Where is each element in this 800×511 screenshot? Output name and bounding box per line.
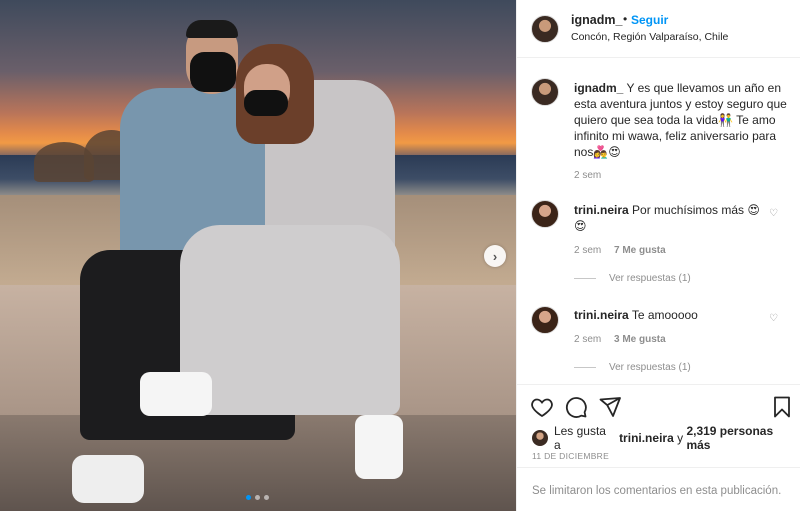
- caption-username[interactable]: ignadm_: [574, 81, 623, 95]
- comment-text: Te amooooo: [631, 308, 698, 322]
- photo-person-woman-mask: [244, 90, 288, 116]
- photo-shoe: [355, 415, 403, 479]
- replies-line: [574, 367, 596, 368]
- next-slide-button[interactable]: ›: [484, 245, 506, 267]
- post-header: ignadm_ • Seguir Concón, Región Valparaí…: [517, 0, 800, 58]
- post-date[interactable]: 11 DE DICIEMBRE: [532, 451, 609, 461]
- liked-by-user[interactable]: trini.neira: [619, 431, 674, 445]
- author-username[interactable]: ignadm_: [571, 13, 622, 27]
- liked-by-prefix: Les gusta a: [553, 424, 606, 452]
- comment-like-icon[interactable]: ♡: [769, 313, 778, 324]
- separator-dot: •: [623, 12, 628, 26]
- view-replies-button[interactable]: Ver respuestas (1): [574, 273, 691, 284]
- comments-limited-notice: Se limitaron los comentarios en esta pub…: [517, 467, 800, 511]
- comment-time[interactable]: 2 sem: [574, 245, 601, 256]
- comment-avatar[interactable]: [531, 200, 559, 228]
- view-replies-button[interactable]: Ver respuestas (1): [574, 362, 691, 373]
- photo-shoe: [72, 455, 144, 503]
- replies-line: [574, 278, 596, 279]
- share-icon[interactable]: [598, 395, 622, 419]
- post-caption: ignadm_ Y es que llevamos un año en esta…: [574, 80, 794, 160]
- comment-likes[interactable]: 3 Me gusta: [614, 334, 666, 345]
- view-replies-label: Ver respuestas (1): [609, 362, 691, 373]
- liked-by-count[interactable]: 2,319 personas más: [686, 424, 800, 452]
- caption-time[interactable]: 2 sem: [574, 170, 601, 181]
- comment-likes[interactable]: 7 Me gusta: [614, 245, 666, 256]
- comments-limited-text: Se limitaron los comentarios en esta pub…: [532, 485, 782, 497]
- post-panel: ignadm_ • Seguir Concón, Región Valparaí…: [516, 0, 800, 511]
- comment-meta: 2 sem 3 Me gusta: [574, 334, 666, 345]
- post-photo[interactable]: ›: [0, 0, 516, 511]
- post-location[interactable]: Concón, Región Valparaíso, Chile: [571, 31, 728, 43]
- bookmark-icon[interactable]: [770, 395, 794, 419]
- comment-username[interactable]: trini.neira: [574, 308, 629, 322]
- heart-icon[interactable]: [530, 395, 554, 419]
- comment: trini.neira Te amooooo: [574, 307, 764, 323]
- comment-time[interactable]: 2 sem: [574, 334, 601, 345]
- author-avatar[interactable]: [531, 15, 559, 43]
- comment-avatar[interactable]: [531, 306, 559, 334]
- carousel-dot: [255, 495, 260, 500]
- photo-person-man-mask: [190, 52, 236, 92]
- view-replies-label: Ver respuestas (1): [609, 273, 691, 284]
- liker-avatar[interactable]: [532, 430, 548, 446]
- comment: trini.neira Por muchísimos más 😍😍: [574, 202, 764, 234]
- carousel-indicator: [246, 495, 269, 500]
- liked-by: Les gusta a trini.neira y 2,319 personas…: [532, 424, 800, 452]
- comment-meta: 2 sem 7 Me gusta: [574, 245, 666, 256]
- liked-by-and: y: [677, 431, 684, 445]
- chevron-right-icon: ›: [492, 248, 498, 264]
- comment-like-icon[interactable]: ♡: [769, 208, 778, 219]
- follow-button[interactable]: Seguir: [631, 13, 668, 27]
- carousel-dot: [246, 495, 251, 500]
- photo-person-woman-legs: [180, 225, 400, 415]
- photo-shoe: [140, 372, 212, 416]
- caption-avatar[interactable]: [531, 78, 559, 106]
- comment-username[interactable]: trini.neira: [574, 203, 629, 217]
- carousel-dot: [264, 495, 269, 500]
- comment-icon[interactable]: [564, 395, 588, 419]
- photo-person-man-cap: [186, 20, 238, 38]
